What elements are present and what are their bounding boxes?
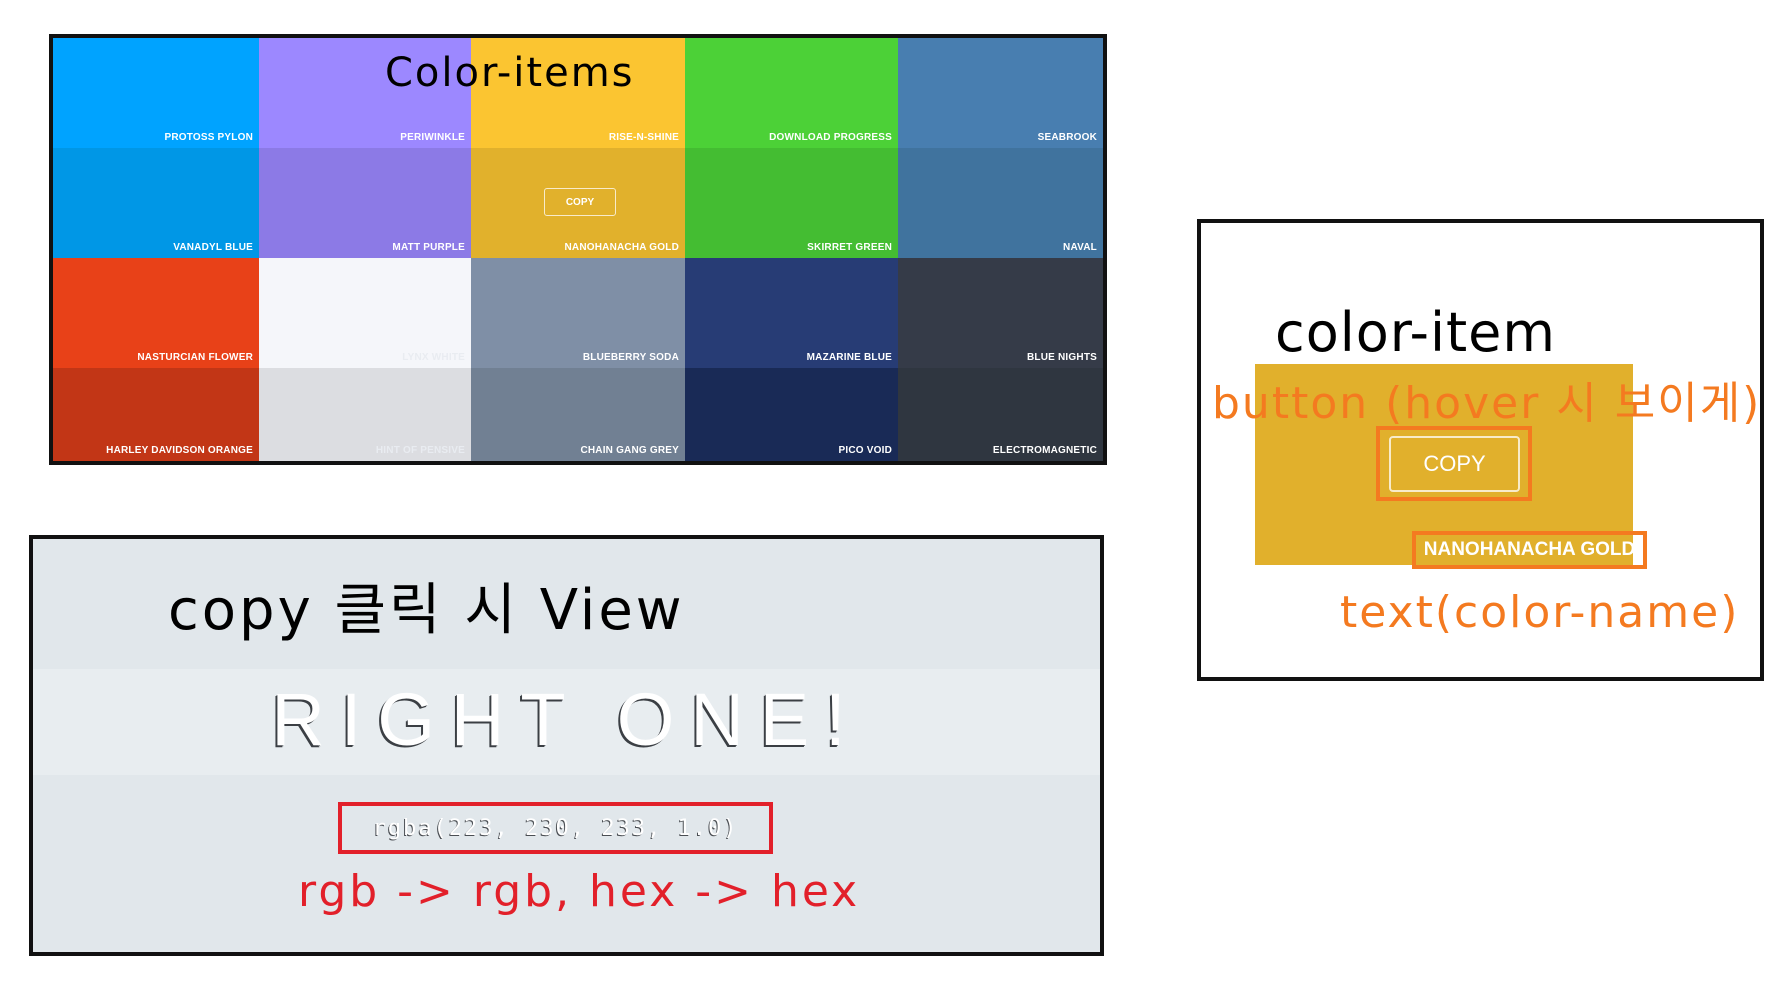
color-name: LYNX WHITE (402, 352, 465, 363)
color-grid-panel: PROTOSS PYLON PERIWINKLE RISE-N-SHINE DOWNL… (49, 34, 1107, 465)
color-item[interactable]: LYNX WHITE (259, 258, 471, 368)
color-name: NAVAL (1063, 242, 1097, 253)
color-name: NANOHANACHA GOLD (564, 242, 679, 253)
color-item[interactable]: SKIRRET GREEN (685, 148, 898, 258)
color-name: BLUE NIGHTS (1027, 352, 1097, 363)
color-name: DOWNLOAD PROGRESS (769, 132, 892, 143)
color-name: RISE-N-SHINE (608, 132, 679, 143)
color-item[interactable]: SEABROOK (898, 38, 1103, 148)
color-name: CHAIN GANG GREY (580, 445, 679, 456)
color-name: BLUEBERRY SODA (582, 352, 679, 363)
color-name-label: NANOHANACHA GOLD (1412, 531, 1647, 569)
color-item[interactable]: NASTURCIAN FLOWER (53, 258, 259, 368)
color-item[interactable]: DOWNLOAD PROGRESS (685, 38, 898, 148)
color-item[interactable]: ELECTROMAGNETIC (898, 368, 1103, 461)
color-item[interactable]: BLUEBERRY SODA (471, 258, 685, 368)
color-name: ELECTROMAGNETIC (992, 445, 1097, 456)
color-item[interactable]: BLUE NIGHTS (898, 258, 1103, 368)
color-name: VANADYL BLUE (173, 242, 253, 253)
color-grid: PROTOSS PYLON PERIWINKLE RISE-N-SHINE DOWNL… (53, 38, 1103, 461)
color-item[interactable]: MAZARINE BLUE (685, 258, 898, 368)
color-name: MAZARINE BLUE (806, 352, 892, 363)
color-name: PERIWINKLE (400, 132, 465, 143)
color-item[interactable]: CHAIN GANG GREY (471, 368, 685, 461)
view-title: copy 클릭 시 View (168, 578, 685, 643)
copy-button[interactable]: COPY (544, 188, 616, 216)
right-one-banner: RIGHT ONE! (271, 678, 862, 761)
color-name: NASTURCIAN FLOWER (137, 352, 253, 363)
color-item[interactable]: HARLEY DAVIDSON ORANGE (53, 368, 259, 461)
color-item[interactable]: PROTOSS PYLON (53, 38, 259, 148)
color-name: SEABROOK (1037, 132, 1097, 143)
item-title: color-item (1275, 301, 1557, 364)
color-name: PICO VOID (838, 445, 892, 456)
copied-value-text: rgba(223, 230, 233, 1.0) (372, 815, 739, 841)
color-name: MATT PURPLE (392, 242, 465, 253)
color-item[interactable]: NAVAL (898, 148, 1103, 258)
color-name: SKIRRET GREEN (807, 242, 892, 253)
button-annotation: button (hover 시 보이게) (1212, 378, 1762, 429)
color-item[interactable]: PICO VOID (685, 368, 898, 461)
text-annotation: text(color-name) (1340, 587, 1740, 638)
copy-button[interactable]: COPY (1389, 436, 1520, 492)
copy-view-panel: copy 클릭 시 View RIGHT ONE! rgba(223, 230,… (29, 535, 1104, 956)
color-name: HINT OF PENSIVE (375, 445, 465, 456)
color-item[interactable]: HINT OF PENSIVE (259, 368, 471, 461)
color-item-panel: color-item button (hover 시 보이게) COPY NAN… (1197, 219, 1764, 681)
color-item[interactable]: NANOHANACHA GOLD COPY (471, 148, 685, 258)
grid-title: Color-items (385, 50, 635, 96)
color-name: HARLEY DAVIDSON ORANGE (106, 445, 253, 456)
color-item[interactable]: VANADYL BLUE (53, 148, 259, 258)
color-item[interactable]: MATT PURPLE (259, 148, 471, 258)
copied-value-box: rgba(223, 230, 233, 1.0) (338, 802, 773, 854)
format-rule-note: rgb -> rgb, hex -> hex (298, 866, 861, 917)
color-name: PROTOSS PYLON (164, 132, 253, 143)
